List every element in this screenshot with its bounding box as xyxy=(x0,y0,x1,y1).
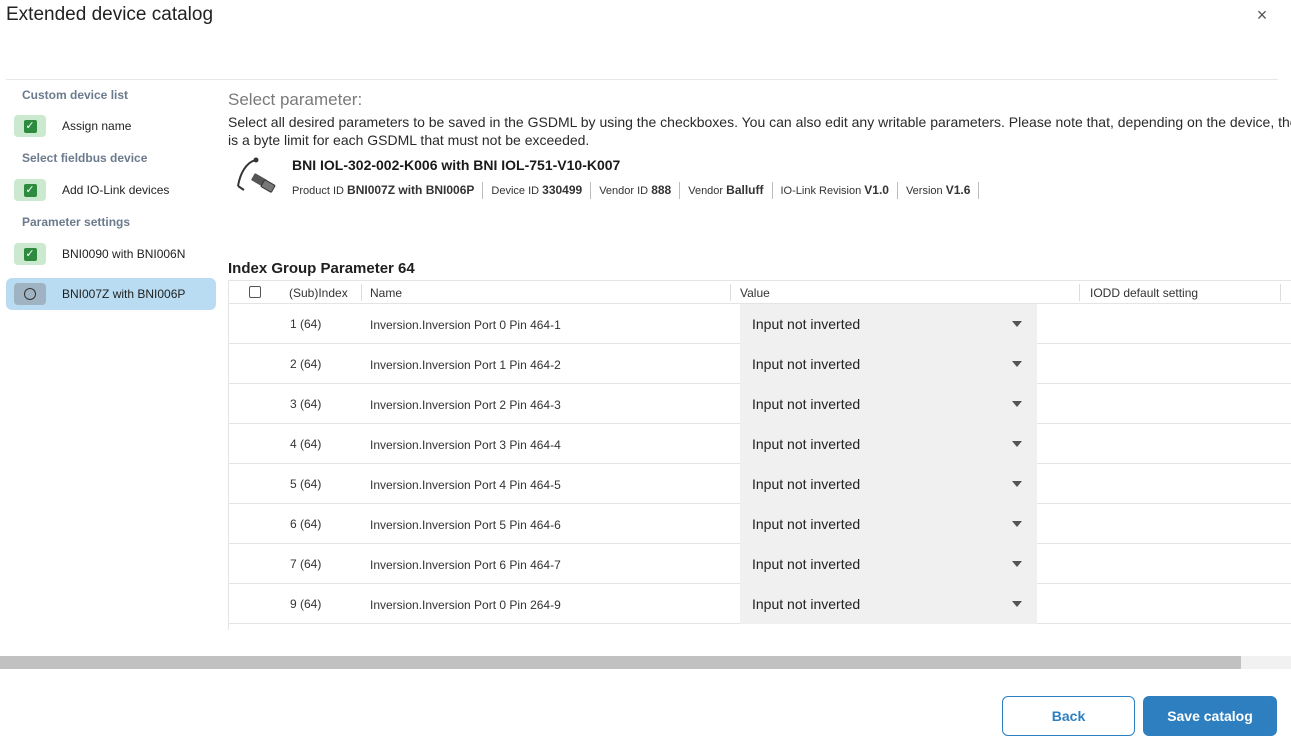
cell-name: Inversion.Inversion Port 2 Pin 464-3 xyxy=(370,398,561,412)
table-header: (Sub)Index Name Value IODD default setti… xyxy=(229,280,1291,304)
select-value: Input not inverted xyxy=(752,596,861,612)
back-button[interactable]: Back xyxy=(1002,696,1135,736)
parameter-table: (Sub)Index Name Value IODD default setti… xyxy=(228,280,1291,630)
step-assign-name[interactable]: ✓ Assign name xyxy=(6,110,216,142)
column-divider xyxy=(1280,284,1281,301)
chevron-down-icon xyxy=(1012,481,1022,487)
step-bni0090[interactable]: ✓ BNI0090 with BNI006N xyxy=(6,238,216,270)
step-bni007z[interactable]: BNI007Z with BNI006P xyxy=(6,278,216,310)
device-name: BNI IOL-302-002-K006 with BNI IOL-751-V1… xyxy=(292,157,621,173)
description-line-2: is a byte limit for each GSDML that must… xyxy=(228,132,590,148)
dialog-title: Extended device catalog xyxy=(6,4,214,25)
column-divider xyxy=(361,284,362,301)
device-cable-icon xyxy=(237,157,276,193)
cell-name: Inversion.Inversion Port 5 Pin 464-6 xyxy=(370,518,561,532)
device-meta: Product ID BNI007Z with BNI006P Device I… xyxy=(292,182,980,199)
value-select[interactable]: Input not inverted xyxy=(740,344,1037,384)
cell-name: Inversion.Inversion Port 1 Pin 464-2 xyxy=(370,358,561,372)
select-value: Input not inverted xyxy=(752,316,861,332)
value-select[interactable]: Input not inverted xyxy=(740,384,1037,424)
section-heading: Select fieldbus device xyxy=(22,151,148,165)
description-line-1: Select all desired parameters to be save… xyxy=(228,114,1291,130)
value-select[interactable]: Input not inverted xyxy=(740,464,1037,504)
section-heading: Parameter settings xyxy=(22,215,131,229)
column-header-index: (Sub)Index xyxy=(289,286,348,300)
section-heading: Custom device list xyxy=(22,88,129,102)
cell-name: Inversion.Inversion Port 4 Pin 464-5 xyxy=(370,478,561,492)
value-select[interactable]: Input not inverted xyxy=(740,504,1037,544)
cell-index: 9 (64) xyxy=(290,597,322,611)
horizontal-scrollbar[interactable] xyxy=(0,656,1291,669)
group-title: Index Group Parameter 64 xyxy=(228,260,415,277)
column-header-name: Name xyxy=(370,286,403,300)
meta-product-id: Product ID BNI007Z with BNI006P xyxy=(292,182,484,199)
meta-vendor: Vendor Balluff xyxy=(680,182,773,199)
column-divider xyxy=(1079,284,1080,301)
table-row[interactable]: 3 (64) Inversion.Inversion Port 2 Pin 46… xyxy=(229,384,1291,424)
value-select[interactable]: Input not inverted xyxy=(740,544,1037,584)
cell-index: 5 (64) xyxy=(290,477,322,491)
step-status: ✓ xyxy=(14,243,46,265)
chevron-down-icon xyxy=(1012,441,1022,447)
chevron-down-icon xyxy=(1012,601,1022,607)
cell-index: 6 (64) xyxy=(290,517,322,531)
cell-index: 4 (64) xyxy=(290,437,322,451)
cell-name: Inversion.Inversion Port 0 Pin 264-9 xyxy=(370,598,561,612)
table-row[interactable]: 6 (64) Inversion.Inversion Port 5 Pin 46… xyxy=(229,504,1291,544)
cell-index: 3 (64) xyxy=(290,397,322,411)
step-add-io-link-devices[interactable]: ✓ Add IO-Link devices xyxy=(6,174,216,206)
cell-name: Inversion.Inversion Port 0 Pin 464-1 xyxy=(370,318,561,332)
chevron-down-icon xyxy=(1012,561,1022,567)
chevron-down-icon xyxy=(1012,321,1022,327)
page-title: Select parameter: xyxy=(228,90,363,109)
cell-index: 2 (64) xyxy=(290,357,322,371)
meta-version: Version V1.6 xyxy=(898,182,980,199)
column-header-iodd-default: IODD default setting xyxy=(1090,286,1199,300)
select-value: Input not inverted xyxy=(752,476,861,492)
select-value: Input not inverted xyxy=(752,396,861,412)
select-value: Input not inverted xyxy=(752,556,861,572)
chevron-down-icon xyxy=(1012,521,1022,527)
table-row[interactable]: 4 (64) Inversion.Inversion Port 3 Pin 46… xyxy=(229,424,1291,464)
cell-name: Inversion.Inversion Port 3 Pin 464-4 xyxy=(370,438,561,452)
value-select[interactable]: Input not inverted xyxy=(740,304,1037,344)
select-value: Input not inverted xyxy=(752,356,861,372)
meta-io-link-revision: IO-Link Revision V1.0 xyxy=(773,182,898,199)
table-row[interactable]: 7 (64) Inversion.Inversion Port 6 Pin 46… xyxy=(229,544,1291,584)
step-status: ✓ xyxy=(14,179,46,201)
circle-icon xyxy=(24,288,36,300)
top-divider xyxy=(6,79,1278,80)
table-row[interactable]: 1 (64) Inversion.Inversion Port 0 Pin 46… xyxy=(229,304,1291,344)
value-select[interactable]: Input not inverted xyxy=(740,424,1037,464)
table-row[interactable]: 9 (64) Inversion.Inversion Port 0 Pin 26… xyxy=(229,584,1291,624)
step-label: BNI0090 with BNI006N xyxy=(62,247,186,261)
table-row[interactable]: 2 (64) Inversion.Inversion Port 1 Pin 46… xyxy=(229,344,1291,384)
save-catalog-button[interactable]: Save catalog xyxy=(1143,696,1277,736)
table-row[interactable]: 5 (64) Inversion.Inversion Port 4 Pin 46… xyxy=(229,464,1291,504)
step-status xyxy=(14,283,46,305)
checkmark-icon: ✓ xyxy=(23,247,37,261)
step-label: BNI007Z with BNI006P xyxy=(62,287,186,301)
column-header-value: Value xyxy=(740,286,770,300)
step-label: Add IO-Link devices xyxy=(62,183,170,197)
select-value: Input not inverted xyxy=(752,516,861,532)
scrollbar-thumb[interactable] xyxy=(0,656,1241,669)
chevron-down-icon xyxy=(1012,401,1022,407)
chevron-down-icon xyxy=(1012,361,1022,367)
cell-index: 7 (64) xyxy=(290,557,322,571)
cell-index: 1 (64) xyxy=(290,317,322,331)
checkmark-icon: ✓ xyxy=(23,183,37,197)
cell-name: Inversion.Inversion Port 6 Pin 464-7 xyxy=(370,558,561,572)
checkmark-icon: ✓ xyxy=(23,119,37,133)
step-status: ✓ xyxy=(14,115,46,137)
select-all-checkbox[interactable] xyxy=(249,286,261,298)
meta-vendor-id: Vendor ID 888 xyxy=(591,182,681,199)
step-label: Assign name xyxy=(62,119,132,133)
select-value: Input not inverted xyxy=(752,436,861,452)
meta-device-id: Device ID 330499 xyxy=(483,182,592,199)
column-divider xyxy=(730,284,731,301)
close-icon[interactable]: × xyxy=(1253,6,1271,24)
value-select[interactable]: Input not inverted xyxy=(740,584,1037,624)
